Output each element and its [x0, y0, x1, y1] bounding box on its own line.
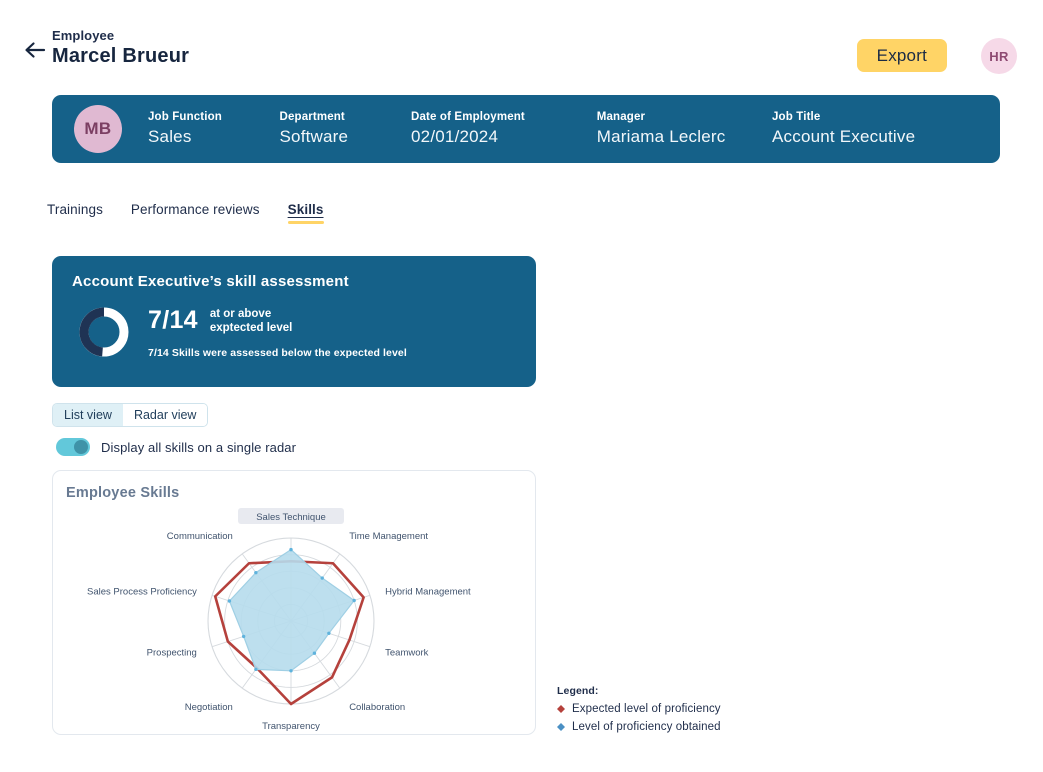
- radar-point-obtained[interactable]: [289, 669, 293, 673]
- radar-point-obtained[interactable]: [352, 598, 356, 603]
- radar-point-obtained[interactable]: [227, 599, 232, 603]
- assessment-fraction-row: 7/14 at or above exptected level: [148, 306, 407, 335]
- radar-point-obtained[interactable]: [320, 576, 324, 580]
- field-manager: Manager Mariama Leclerc: [597, 110, 736, 148]
- legend-item-expected: Expected level of proficiency: [557, 703, 721, 715]
- assessment-subtitle: at or above exptected level: [210, 307, 292, 335]
- assessment-stats: 7/14 at or above exptected level 7/14 Sk…: [148, 304, 407, 359]
- single-radar-toggle-label: Display all skills on a single radar: [101, 439, 297, 455]
- field-label: Job Function: [148, 111, 222, 123]
- page-title-group: Employee Marcel Brueur: [52, 28, 189, 68]
- radar-axis-label[interactable]: Teamwork: [385, 648, 429, 659]
- radar-point-obtained[interactable]: [312, 651, 317, 655]
- assessment-fraction: 7/14: [148, 306, 198, 334]
- radar-axis-label[interactable]: Communication: [167, 531, 233, 542]
- field-value: Mariama Leclerc: [596, 127, 726, 146]
- toggle-knob: [74, 440, 88, 454]
- radar-axis-label[interactable]: Negotiation: [185, 702, 233, 713]
- breadcrumb-eyebrow: Employee: [52, 28, 115, 43]
- skill-assessment-card: Account Executive’s skill assessment 7/1…: [52, 256, 536, 387]
- radar-point-obtained[interactable]: [254, 570, 258, 575]
- radar-legend: Legend: Expected level of proficiency Le…: [557, 685, 721, 733]
- user-avatar[interactable]: HR: [981, 38, 1017, 74]
- assessment-subtitle-line2: exptected level: [209, 321, 293, 334]
- employee-skills-radar-card: Employee Skills Sales Technique Time Mana…: [52, 470, 536, 735]
- radar-axis-label[interactable]: Time Management: [349, 531, 428, 542]
- radar-point-obtained[interactable]: [327, 631, 331, 636]
- tab-skills[interactable]: Skills: [287, 202, 324, 224]
- export-button[interactable]: Export: [856, 39, 947, 72]
- legend-label: Level of proficiency obtained: [572, 721, 721, 733]
- field-label: Manager: [596, 111, 646, 123]
- legend-title: Legend:: [557, 685, 599, 697]
- field-job-title: Job Title Account Executive: [772, 110, 942, 148]
- field-value: 02/01/2024: [411, 127, 499, 146]
- view-mode-segmented-control: List view Radar view: [52, 403, 209, 427]
- radar-axis-label[interactable]: Sales Process Proficiency: [87, 586, 197, 597]
- employee-skills-page: Employee Marcel Brueur Export HR MB Job …: [0, 0, 1043, 772]
- single-radar-toggle[interactable]: [56, 438, 90, 456]
- radar-point-obtained[interactable]: [254, 667, 258, 672]
- field-label: Job Title: [772, 111, 821, 123]
- radar-axis-label[interactable]: Collaboration: [349, 702, 405, 713]
- assessment-body: 7/14 at or above exptected level 7/14 Sk…: [72, 304, 516, 360]
- diamond-icon: [557, 705, 565, 713]
- page-title: Marcel Brueur: [52, 45, 190, 67]
- radar-point-obtained[interactable]: [241, 634, 246, 639]
- employee-avatar: MB: [74, 105, 122, 153]
- segment-list-view[interactable]: List view: [53, 404, 123, 426]
- assessment-note: 7/14 Skills were assessed below the expe…: [148, 347, 407, 359]
- tab-performance-reviews[interactable]: Performance reviews: [131, 202, 260, 224]
- page-header: Employee Marcel Brueur Export HR: [0, 0, 1043, 86]
- segment-radar-view[interactable]: Radar view: [122, 404, 208, 426]
- radar-axis-label[interactable]: Prospecting: [147, 648, 197, 659]
- field-value: Account Executive: [772, 127, 916, 146]
- assessment-subtitle-line1: at or above: [209, 307, 272, 320]
- skills-radar-chart[interactable]: Sales Technique Time Management Hybrid Man…: [53, 471, 537, 736]
- legend-item-obtained: Level of proficiency obtained: [557, 721, 721, 733]
- radar-axis-label[interactable]: Transparency: [262, 721, 320, 732]
- field-label: Date of Employment: [411, 111, 525, 123]
- legend-label: Expected level of proficiency: [572, 703, 721, 715]
- tab-trainings[interactable]: Trainings: [47, 202, 103, 224]
- radar-axis-label[interactable]: Hybrid Management: [385, 586, 471, 597]
- section-tabs: Trainings Performance reviews Skills: [47, 202, 352, 224]
- field-department: Department Software: [280, 110, 376, 148]
- field-value: Software: [279, 127, 349, 146]
- single-radar-toggle-row: Display all skills on a single radar: [56, 438, 296, 456]
- field-job-function: Job Function Sales: [148, 110, 244, 148]
- assessment-title: Account Executive’s skill assessment: [72, 273, 349, 290]
- assessment-donut-chart: [79, 307, 129, 357]
- radar-axis-label[interactable]: Sales Technique: [256, 512, 326, 523]
- field-label: Department: [279, 111, 345, 123]
- diamond-icon: [557, 723, 565, 731]
- back-arrow-icon[interactable]: [22, 37, 48, 63]
- field-date-of-employment: Date of Employment 02/01/2024: [411, 110, 561, 148]
- field-value: Sales: [148, 127, 192, 146]
- employee-info-banner: MB Job Function Sales Department Softwar…: [52, 95, 1000, 163]
- radar-point-obtained[interactable]: [289, 547, 293, 552]
